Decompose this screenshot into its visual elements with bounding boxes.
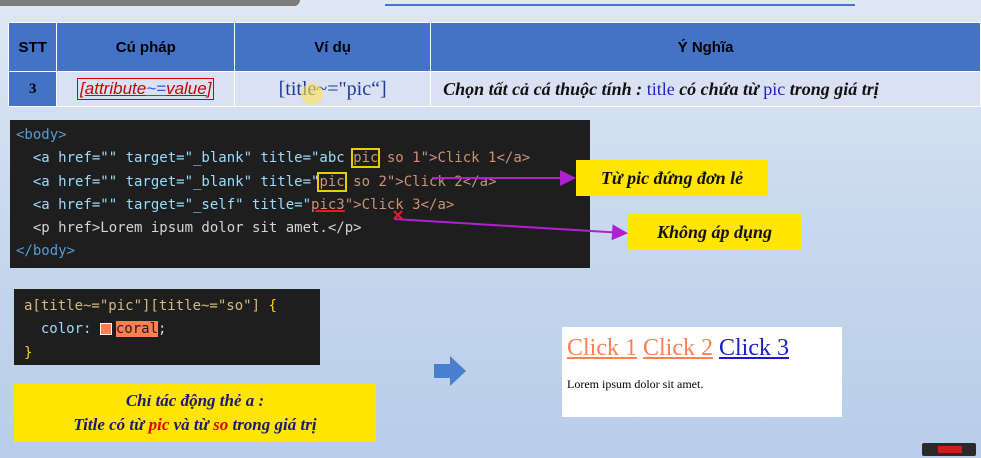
note-part-e: trong giá trị	[228, 415, 317, 434]
result-link-3[interactable]: Click 3	[719, 335, 789, 361]
meaning-part-c: trong giá trị	[785, 78, 879, 99]
mouse-cursor-highlight	[301, 83, 323, 105]
syntax-cell: [attribute~=value]	[56, 71, 236, 107]
code-line-2-c: so 1">Click 1</a>	[378, 150, 531, 167]
row-number: 3	[7, 71, 58, 107]
css-brace-close: }	[24, 344, 33, 361]
note-part-a: Title có từ	[73, 415, 149, 434]
code-line-4-underlined: pic3	[311, 196, 345, 213]
css-property: color:	[24, 321, 100, 338]
header-stt: STT	[7, 22, 58, 72]
header-example: Ví dụ	[234, 22, 432, 72]
css-brace-open: {	[260, 298, 277, 314]
table-row: 3 [attribute~=value] [title~="pic“] Chọn…	[7, 71, 981, 107]
code-line-2-a: <a href="" target="_blank" title="abc	[16, 150, 354, 167]
top-bar	[0, 0, 300, 6]
code-line-3-a: <a href="" target="_blank" title="	[16, 173, 320, 190]
badge-red-icon	[938, 446, 962, 453]
note-part-c: và từ	[169, 415, 214, 434]
code-line-4-c: ">Click 3</a>	[344, 196, 455, 213]
header-meaning: Ý Nghĩa	[430, 22, 981, 72]
header-syntax: Cú pháp	[56, 22, 236, 72]
css-code-block: a[title~="pic"][title~="so"] { color: co…	[14, 289, 320, 365]
meaning-keyword-pic: pic	[763, 78, 786, 99]
css-selector: a[title~="pic"][title~="so"]	[24, 298, 261, 314]
code-line-2-highlight: pic	[351, 148, 381, 169]
result-links: Click 1 Click 2 Click 3	[567, 335, 789, 362]
blue-right-arrow-icon	[434, 356, 466, 386]
syntax-op: ~=	[146, 79, 167, 98]
callout-not-applied: Không áp dụng	[628, 214, 801, 250]
css-semicolon: ;	[158, 321, 167, 338]
result-paragraph: Lorem ipsum dolor sit amet.	[567, 377, 704, 391]
code-line-3-highlight: pic	[317, 171, 347, 192]
code-line-6: </body>	[16, 243, 76, 260]
render-result-panel: Click 1 Click 2 Click 3 Lorem ipsum dolo…	[562, 327, 842, 417]
code-line-3-c: so 2">Click 2</a>	[344, 173, 497, 190]
code-line-3: <a href="" target="_blank" title="pic so…	[16, 171, 497, 192]
meaning-part-a: Chọn tất cả cá thuộc tính :	[443, 78, 647, 99]
result-link-2[interactable]: Click 2	[643, 335, 713, 361]
note-line-2: Title có từ pic và từ so trong giá trị	[14, 413, 376, 437]
note-keyword-so: so	[213, 415, 229, 434]
color-swatch-icon	[99, 323, 112, 336]
syntax-table: STT Cú pháp Ví dụ Ý Nghĩa 3 [attribute~=…	[7, 22, 981, 107]
css-value: coral	[115, 321, 159, 338]
meaning-keyword-title: title	[646, 78, 675, 99]
result-link-1[interactable]: Click 1	[567, 335, 637, 361]
subscribe-badge-icon	[922, 443, 976, 456]
code-line-4-a: <a href="" target="_self" title="	[16, 196, 312, 213]
table-header-row: STT Cú pháp Ví dụ Ý Nghĩa	[7, 22, 981, 72]
top-link-line	[385, 0, 855, 6]
note-keyword-pic: pic	[148, 415, 170, 434]
callout-single-word: Từ pic đứng đơn lẻ	[576, 160, 768, 196]
meaning-part-b: có chứa từ	[674, 78, 764, 99]
syntax-close: ]	[206, 79, 212, 98]
note-box: Chỉ tác động thẻ a : Title có từ pic và …	[14, 384, 376, 442]
note-line-1: Chỉ tác động thẻ a :	[125, 391, 265, 410]
syntax-val: value	[166, 79, 207, 98]
code-line-4: <a href="" target="_self" title="pic3">C…	[16, 197, 454, 213]
code-line-1: <body>	[16, 127, 67, 143]
meaning-cell: Chọn tất cả cá thuộc tính : title có chứ…	[430, 71, 981, 107]
code-line-5: <p href>Lorem ipsum dolor sit amet.</p>	[16, 220, 362, 237]
syntax-text: [attribute~=value]	[77, 78, 215, 100]
html-code-block: <body> <a href="" target="_blank" title=…	[10, 120, 590, 268]
code-line-2: <a href="" target="_blank" title="abc pi…	[16, 148, 531, 169]
syntax-attr: attribute	[84, 79, 147, 98]
example-cell: [title~="pic“]	[234, 71, 432, 107]
